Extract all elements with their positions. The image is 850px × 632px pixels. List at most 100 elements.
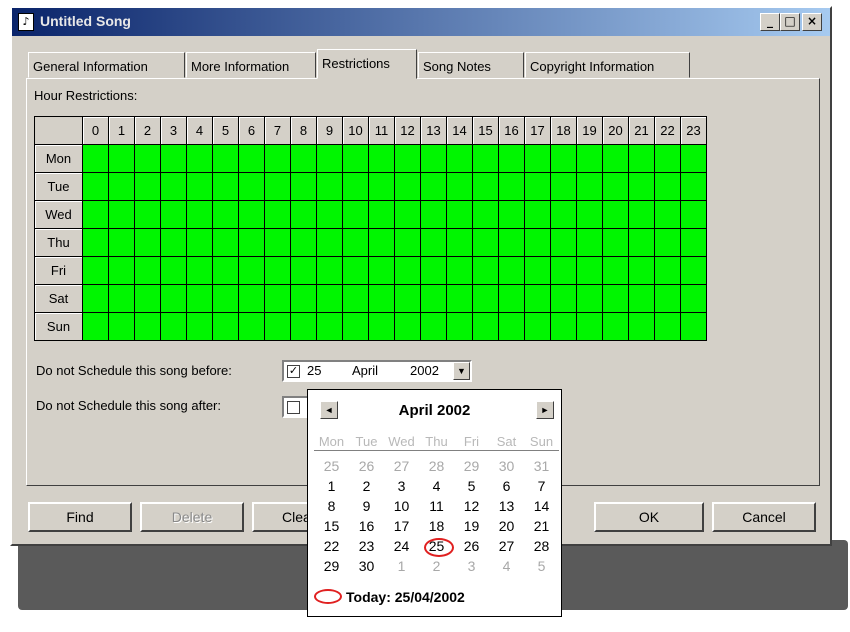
hour-header[interactable]: 12 — [394, 116, 421, 145]
minimize-button[interactable]: _ — [760, 13, 780, 31]
hour-cell[interactable] — [186, 200, 213, 229]
hour-cell[interactable] — [186, 228, 213, 257]
hour-cell[interactable] — [420, 200, 447, 229]
hour-cell[interactable] — [212, 172, 239, 201]
hour-cell[interactable] — [524, 144, 551, 173]
calendar-day[interactable]: 5 — [524, 556, 559, 576]
hour-cell[interactable] — [420, 284, 447, 313]
hour-cell[interactable] — [446, 144, 473, 173]
calendar-day[interactable]: 6 — [489, 476, 524, 496]
day-header[interactable]: Tue — [34, 172, 83, 201]
calendar-day[interactable]: 24 — [384, 536, 419, 556]
hour-cell[interactable] — [654, 256, 681, 285]
hour-cell[interactable] — [212, 284, 239, 313]
hour-cell[interactable] — [602, 144, 629, 173]
hour-cell[interactable] — [602, 172, 629, 201]
hour-cell[interactable] — [160, 312, 187, 341]
hour-cell[interactable] — [602, 312, 629, 341]
hour-cell[interactable] — [238, 144, 265, 173]
hour-cell[interactable] — [628, 228, 655, 257]
hour-cell[interactable] — [342, 200, 369, 229]
delete-button[interactable]: Delete — [140, 502, 244, 532]
hour-cell[interactable] — [342, 312, 369, 341]
hour-cell[interactable] — [160, 256, 187, 285]
calendar-day[interactable]: 29 — [454, 456, 489, 476]
after-date-checkbox[interactable] — [287, 401, 300, 414]
before-year[interactable]: 2002 — [410, 363, 439, 378]
hour-cell[interactable] — [498, 256, 525, 285]
calendar-day[interactable]: 19 — [454, 516, 489, 536]
hour-cell[interactable] — [680, 144, 707, 173]
hour-cell[interactable] — [472, 312, 499, 341]
hour-cell[interactable] — [290, 172, 317, 201]
calendar-day[interactable]: 9 — [349, 496, 384, 516]
calendar-month-title[interactable]: April 2002 — [308, 402, 561, 419]
hour-cell[interactable] — [472, 144, 499, 173]
hour-cell[interactable] — [238, 312, 265, 341]
hour-cell[interactable] — [368, 144, 395, 173]
hour-cell[interactable] — [316, 256, 343, 285]
hour-cell[interactable] — [654, 228, 681, 257]
hour-header[interactable]: 18 — [550, 116, 577, 145]
hour-cell[interactable] — [576, 228, 603, 257]
hour-cell[interactable] — [420, 312, 447, 341]
hour-header[interactable]: 8 — [290, 116, 317, 145]
hour-cell[interactable] — [498, 172, 525, 201]
hour-cell[interactable] — [394, 144, 421, 173]
hour-cell[interactable] — [82, 284, 109, 313]
calendar-day[interactable]: 2 — [349, 476, 384, 496]
hour-cell[interactable] — [446, 172, 473, 201]
hour-cell[interactable] — [134, 256, 161, 285]
hour-cell[interactable] — [238, 228, 265, 257]
calendar-day[interactable]: 21 — [524, 516, 559, 536]
hour-cell[interactable] — [654, 284, 681, 313]
hour-cell[interactable] — [290, 200, 317, 229]
calendar-day[interactable]: 3 — [454, 556, 489, 576]
hour-cell[interactable] — [342, 256, 369, 285]
day-header[interactable]: Fri — [34, 256, 83, 285]
hour-cell[interactable] — [498, 228, 525, 257]
hour-cell[interactable] — [446, 200, 473, 229]
hour-cell[interactable] — [290, 284, 317, 313]
day-header[interactable]: Sun — [34, 312, 83, 341]
hour-header[interactable]: 1 — [108, 116, 135, 145]
hour-cell[interactable] — [368, 256, 395, 285]
hour-cell[interactable] — [420, 228, 447, 257]
hour-cell[interactable] — [212, 200, 239, 229]
hour-header[interactable]: 19 — [576, 116, 603, 145]
hour-cell[interactable] — [628, 144, 655, 173]
calendar-day[interactable]: 27 — [489, 536, 524, 556]
hour-cell[interactable] — [498, 144, 525, 173]
hour-cell[interactable] — [82, 312, 109, 341]
calendar-day[interactable]: 30 — [349, 556, 384, 576]
hour-cell[interactable] — [342, 228, 369, 257]
hour-header[interactable]: 17 — [524, 116, 551, 145]
hour-cell[interactable] — [238, 200, 265, 229]
hour-cell[interactable] — [108, 172, 135, 201]
hour-cell[interactable] — [264, 144, 291, 173]
hour-cell[interactable] — [290, 144, 317, 173]
hour-cell[interactable] — [186, 312, 213, 341]
hour-cell[interactable] — [550, 200, 577, 229]
hour-cell[interactable] — [420, 144, 447, 173]
today-link[interactable]: Today: 25/04/2002 — [314, 589, 465, 605]
calendar-day[interactable]: 18 — [419, 516, 454, 536]
hour-cell[interactable] — [628, 200, 655, 229]
before-day[interactable]: 25 — [307, 363, 321, 378]
hour-cell[interactable] — [654, 200, 681, 229]
day-header[interactable]: Wed — [34, 200, 83, 229]
calendar-day[interactable]: 15 — [314, 516, 349, 536]
hour-cell[interactable] — [186, 284, 213, 313]
day-header[interactable]: Thu — [34, 228, 83, 257]
hour-cell[interactable] — [368, 284, 395, 313]
hour-cell[interactable] — [680, 312, 707, 341]
hour-header[interactable]: 21 — [628, 116, 655, 145]
chevron-down-icon[interactable]: ▼ — [453, 362, 470, 380]
hour-header[interactable]: 23 — [680, 116, 707, 145]
hour-cell[interactable] — [394, 172, 421, 201]
hour-cell[interactable] — [602, 200, 629, 229]
hour-cell[interactable] — [316, 172, 343, 201]
title-bar[interactable]: ♪ Untitled Song _ □ × — [12, 8, 830, 36]
hour-cell[interactable] — [316, 228, 343, 257]
hour-cell[interactable] — [264, 312, 291, 341]
